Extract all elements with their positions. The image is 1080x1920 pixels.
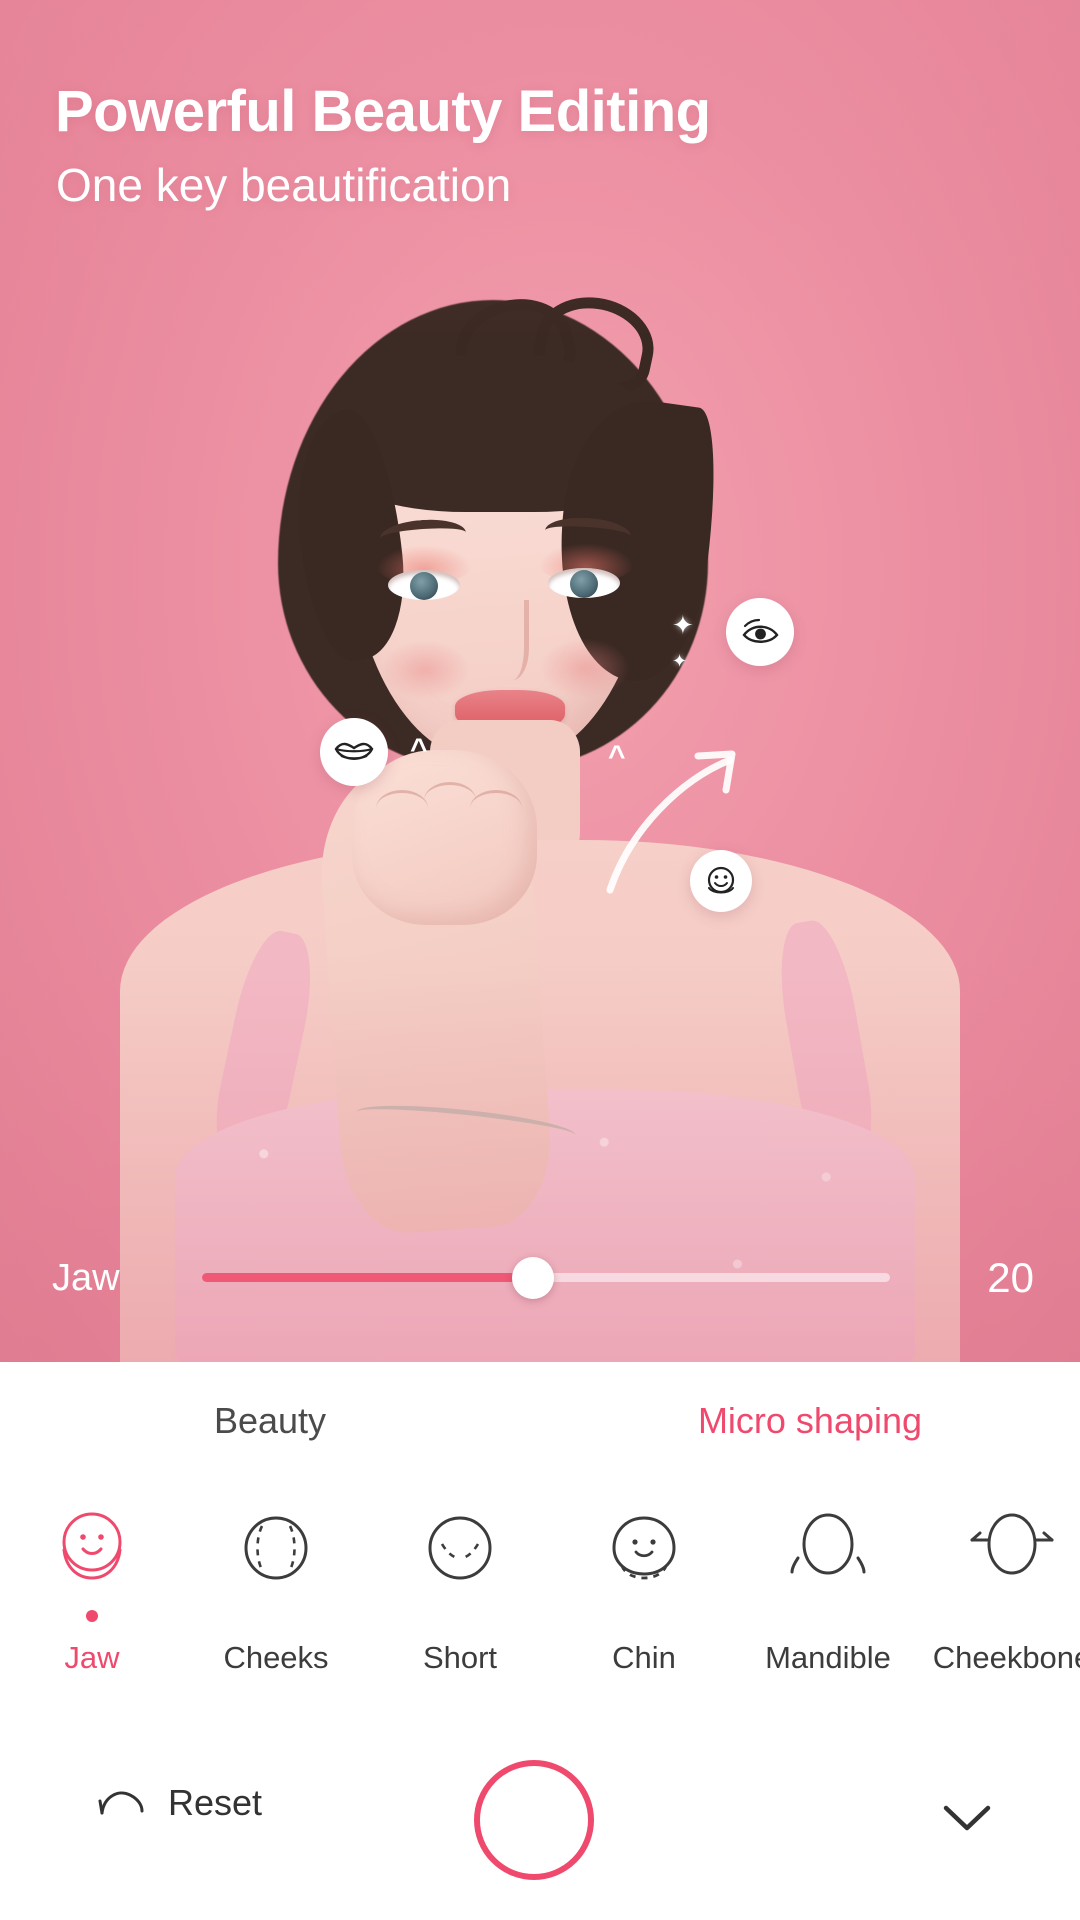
tab-beauty[interactable]: Beauty bbox=[0, 1362, 540, 1480]
tool-label: Cheekbone bbox=[932, 1640, 1080, 1675]
eye-icon bbox=[742, 618, 779, 643]
jaw-face-icon bbox=[0, 1496, 184, 1600]
short-face-icon bbox=[368, 1496, 552, 1600]
undo-arc-icon bbox=[98, 1791, 144, 1815]
slider-value: 20 bbox=[987, 1254, 1034, 1301]
reset-button[interactable]: Reset bbox=[96, 1782, 262, 1824]
slider-label: Jaw bbox=[52, 1256, 120, 1299]
editor-panel: Beauty Micro shaping Jaw Cheeks Short Ch… bbox=[0, 1362, 1080, 1920]
slider-fill bbox=[202, 1273, 534, 1282]
cheeks-face-icon bbox=[184, 1496, 368, 1600]
tab-bar: Beauty Micro shaping bbox=[0, 1362, 1080, 1480]
sparkle-icon: ✦ bbox=[672, 651, 688, 671]
tool-cheekbone[interactable]: Cheekbone bbox=[920, 1480, 1080, 1676]
cheekbone-face-icon bbox=[920, 1496, 1080, 1600]
tool-active-dot bbox=[86, 1610, 98, 1622]
tool-short[interactable]: Short bbox=[368, 1480, 552, 1676]
tool-label: Mandible bbox=[765, 1640, 891, 1675]
slider-track-wrap[interactable] bbox=[202, 1257, 890, 1299]
chevron-down-icon[interactable] bbox=[940, 1798, 994, 1838]
tool-strip[interactable]: Jaw Cheeks Short Chin Mandible Cheekbone bbox=[0, 1480, 1080, 1720]
bottom-action-bar: Reset bbox=[0, 1720, 1080, 1920]
tool-label: Jaw bbox=[64, 1640, 120, 1675]
eye-feature-badge[interactable] bbox=[726, 598, 794, 666]
reset-label: Reset bbox=[168, 1782, 263, 1823]
page-subtitle: One key beautification bbox=[56, 159, 512, 211]
tool-label: Chin bbox=[612, 1640, 676, 1675]
app-screen: Powerful Beauty Editing One key beautifi… bbox=[0, 0, 1080, 1920]
tab-micro-shaping[interactable]: Micro shaping bbox=[540, 1362, 1080, 1480]
face-feature-badge[interactable] bbox=[690, 850, 752, 912]
tool-label: Short bbox=[422, 1640, 498, 1675]
smiling-face-icon bbox=[707, 866, 735, 894]
adjustment-slider-row[interactable]: Jaw 20 bbox=[0, 1248, 1080, 1308]
chevron-marker-left: ^ bbox=[410, 733, 428, 766]
tool-cheeks[interactable]: Cheeks bbox=[184, 1480, 368, 1676]
sparkle-icon: ✦ bbox=[672, 610, 694, 640]
lips-feature-badge[interactable] bbox=[320, 718, 388, 786]
tool-chin[interactable]: Chin bbox=[552, 1480, 736, 1676]
tool-mandible[interactable]: Mandible bbox=[736, 1480, 920, 1676]
photo-preview[interactable]: Powerful Beauty Editing One key beautifi… bbox=[0, 0, 1080, 1362]
page-title: Powerful Beauty Editing bbox=[55, 79, 711, 144]
mandible-face-icon bbox=[736, 1496, 920, 1600]
lips-icon bbox=[334, 742, 374, 760]
tool-label: Cheeks bbox=[223, 1640, 329, 1675]
slider-knob[interactable] bbox=[512, 1257, 554, 1299]
chin-face-icon bbox=[552, 1496, 736, 1600]
tool-jaw[interactable]: Jaw bbox=[0, 1480, 184, 1676]
capture-button[interactable] bbox=[474, 1760, 594, 1880]
